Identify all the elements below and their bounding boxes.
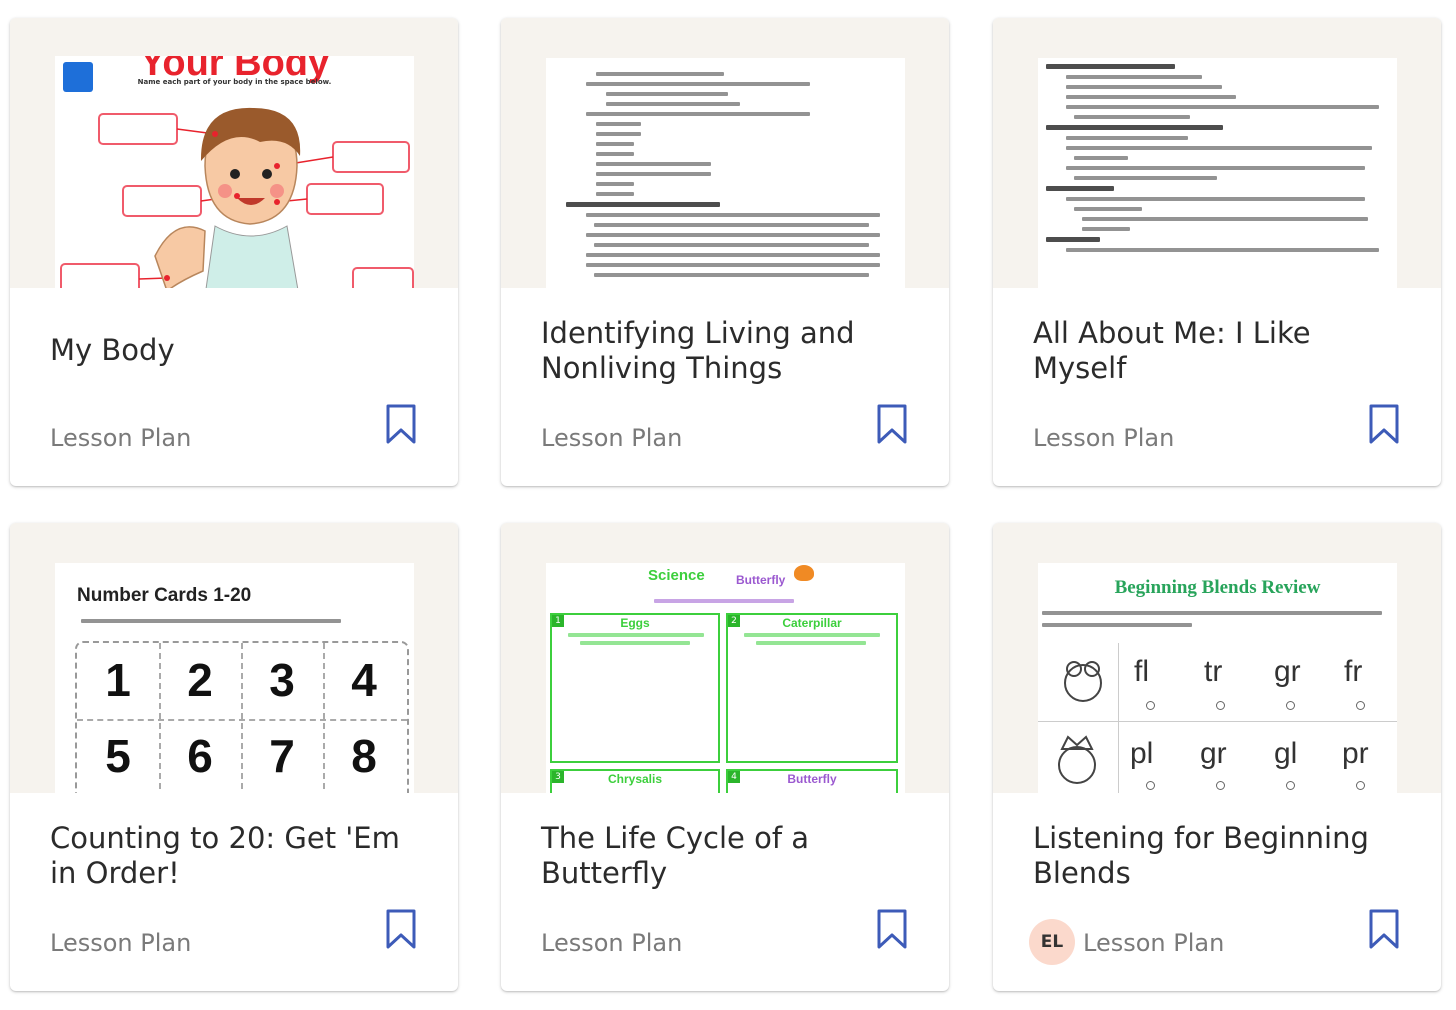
butterfly-icon (794, 565, 814, 581)
number-card: 5 (105, 730, 131, 782)
thumbnail-heading: Number Cards 1-20 (77, 585, 252, 606)
card-type: Lesson Plan (1033, 424, 1175, 452)
worksheet-text-lines (1046, 64, 1386, 258)
card-title[interactable]: All About Me: I Like Myself (1033, 316, 1393, 386)
number-card: 4 (351, 654, 377, 706)
worksheet-instruction-line (654, 599, 794, 603)
blend-option: fl (1134, 655, 1149, 688)
worksheet-instruction-line (1042, 623, 1192, 627)
number-card: 7 (269, 730, 295, 782)
resource-card-butterfly-life-cycle[interactable]: Science Butterfly 1 Eggs 2 Caterpillar 3… (501, 523, 949, 991)
worksheet-text-lines (566, 72, 886, 283)
stage-label: Butterfly (787, 772, 837, 786)
number-card: 1 (105, 654, 131, 706)
card-title[interactable]: My Body (50, 333, 410, 368)
blend-option: gl (1274, 737, 1298, 770)
stage-label: Eggs (620, 616, 650, 630)
bookmark-icon[interactable] (1369, 404, 1399, 444)
card-thumbnail[interactable]: Science Butterfly 1 Eggs 2 Caterpillar 3… (501, 523, 949, 793)
bookmark-icon[interactable] (877, 404, 907, 444)
blend-option: pr (1342, 737, 1369, 770)
bookmark-icon[interactable] (877, 909, 907, 949)
bookmark-icon[interactable] (386, 404, 416, 444)
stage-label: Chrysalis (607, 772, 663, 786)
number-card: 6 (187, 730, 213, 782)
stage-box: 3 Chrysalis (550, 769, 720, 793)
blend-option: gr (1274, 655, 1301, 688)
card-thumbnail[interactable]: Your Body Name each part of your body in… (10, 18, 458, 288)
resource-card-my-body[interactable]: Your Body Name each part of your body in… (10, 18, 458, 486)
worksheet-instruction-line (81, 619, 341, 623)
bookmark-icon[interactable] (1369, 909, 1399, 949)
stage-box: 2 Caterpillar (726, 613, 898, 763)
blend-option: tr (1204, 655, 1223, 688)
prince-icon (1058, 735, 1096, 784)
blend-option: gr (1200, 737, 1227, 770)
frog-icon (1064, 661, 1102, 702)
number-card: 2 (187, 654, 213, 706)
card-type: Lesson Plan (541, 929, 683, 957)
resource-card-beginning-blends[interactable]: Beginning Blends Review fl tr gr fr pl g… (993, 523, 1441, 991)
blend-option: pl (1130, 737, 1154, 770)
card-type: Lesson Plan (50, 929, 192, 957)
number-card: 8 (351, 730, 377, 782)
stage-label: Caterpillar (782, 616, 842, 630)
card-thumbnail[interactable]: Number Cards 1-20 1 2 3 4 5 6 7 8 (10, 523, 458, 793)
stage-box: 1 Eggs (550, 613, 720, 763)
thumbnail-subtitle: Butterfly (736, 573, 786, 587)
card-title[interactable]: Listening for Beginning Blends (1033, 821, 1393, 891)
number-card: 3 (269, 654, 295, 706)
thumbnail-heading: Science (648, 567, 705, 584)
resource-card-i-like-myself[interactable]: All About Me: I Like Myself Lesson Plan (993, 18, 1441, 486)
thumbnail-heading: Beginning Blends Review (1114, 577, 1321, 598)
card-type: Lesson Plan (541, 424, 683, 452)
blend-option: fr (1344, 655, 1363, 688)
card-type: Lesson Plan (1083, 929, 1225, 957)
number-cards-grid: 1 2 3 4 5 6 7 8 (75, 641, 409, 793)
stage-box: 4 Butterfly (726, 769, 898, 793)
resource-card-living-nonliving[interactable]: Identifying Living and Nonliving Things … (501, 18, 949, 486)
bookmark-icon[interactable] (386, 909, 416, 949)
card-thumbnail[interactable]: Beginning Blends Review fl tr gr fr pl g… (993, 523, 1441, 793)
el-badge: EL (1029, 919, 1075, 965)
card-title[interactable]: Counting to 20: Get 'Em in Order! (50, 821, 410, 891)
resource-card-counting-to-20[interactable]: Number Cards 1-20 1 2 3 4 5 6 7 8 Counti… (10, 523, 458, 991)
worksheet-instruction-line (1042, 611, 1382, 615)
row-divider (1038, 721, 1397, 722)
card-thumbnail[interactable] (501, 18, 949, 288)
card-thumbnail[interactable] (993, 18, 1441, 288)
column-divider (1118, 643, 1119, 793)
body-illustration (60, 107, 414, 288)
card-type: Lesson Plan (50, 424, 192, 452)
card-title[interactable]: Identifying Living and Nonliving Things (541, 316, 901, 386)
card-title[interactable]: The Life Cycle of a Butterfly (541, 821, 901, 891)
